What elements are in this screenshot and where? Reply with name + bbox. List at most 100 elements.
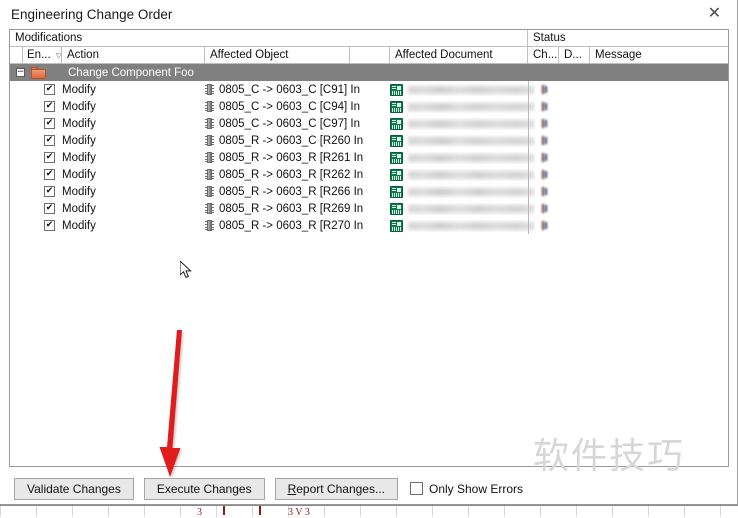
row-affected-object-label: 0805_R -> 0603_R [R261 In [219, 151, 364, 164]
redacted-document-name [408, 102, 535, 111]
column-header-affected-object[interactable]: Affected Object [205, 47, 350, 63]
column-header-indicator[interactable] [10, 47, 23, 63]
checkbox-icon[interactable]: ✔ [44, 101, 55, 112]
redacted-status-mark [542, 85, 544, 94]
row-affected-document-cell [390, 202, 535, 215]
row-affected-object-label: 0805_C -> 0603_C [C97] In [219, 117, 360, 130]
status-column-divider [528, 183, 529, 200]
redacted-document-name [408, 170, 535, 179]
grid-group-header-row: Modifications Status [10, 30, 728, 47]
group-header-status[interactable]: Status [528, 30, 728, 46]
table-row[interactable]: ✔ Modify 0805_R -> 0603_R [R269 In [10, 200, 728, 217]
row-action-cell: Modify [62, 202, 96, 215]
report-changes-label: eport Changes... [296, 481, 385, 496]
checkbox-icon[interactable]: ✔ [44, 135, 55, 146]
checkbox-icon[interactable]: ✔ [44, 203, 55, 214]
execute-changes-button[interactable]: Execute Changes [143, 477, 265, 500]
checkbox-icon[interactable]: ✔ [44, 152, 55, 163]
row-enabled-cell: ✔ [10, 152, 62, 163]
row-affected-object-label: 0805_R -> 0603_R [R266 In [219, 185, 364, 198]
row-affected-document-cell [390, 134, 535, 147]
checkbox-icon[interactable]: ✔ [44, 118, 55, 129]
report-changes-accelerator: R [287, 481, 297, 496]
table-row[interactable]: ✔ Modify 0805_R -> 0603_R [R270 In [10, 217, 728, 234]
group-header-modifications[interactable]: Modifications [10, 30, 528, 46]
only-show-errors-checkbox[interactable]: Only Show Errors [409, 482, 523, 496]
pcb-document-icon [390, 219, 403, 232]
status-column-divider [528, 98, 529, 115]
report-changes-button[interactable]: Report Changes... [274, 477, 398, 500]
column-header-done[interactable]: D... [559, 47, 590, 63]
redacted-status-mark [545, 188, 547, 195]
row-status-cell [535, 119, 728, 128]
group-row-change-component[interactable]: − Change Component Foo [10, 64, 728, 81]
row-affected-document-cell [390, 151, 535, 164]
checkbox-icon[interactable]: ✔ [44, 84, 55, 95]
row-affected-document-cell [390, 168, 535, 181]
pcb-document-icon [390, 83, 403, 96]
check-mark-icon: ✔ [45, 220, 54, 230]
check-mark-icon: ✔ [45, 186, 54, 196]
redacted-status-mark [545, 120, 547, 127]
table-row[interactable]: ✔ Modify 0805_R -> 0603_R [R266 In [10, 183, 728, 200]
table-row[interactable]: ✔ Modify 0805_R -> 0603_R [R262 In [10, 166, 728, 183]
close-icon[interactable]: ✕ [692, 0, 737, 28]
redacted-status-mark [542, 119, 544, 128]
redacted-status-mark [545, 222, 547, 229]
only-show-errors-box[interactable] [409, 482, 423, 495]
row-affected-document-cell [390, 185, 535, 198]
redacted-status-mark [545, 205, 547, 212]
row-affected-object-cell: 0805_C -> 0603_C [C91] In [205, 84, 390, 96]
row-enabled-cell: ✔ [10, 169, 62, 180]
pcb-document-icon [390, 185, 403, 198]
group-row-label: Change Component Foo [68, 66, 194, 79]
column-header-action[interactable]: Action [62, 47, 205, 63]
table-row[interactable]: ✔ Modify 0805_C -> 0603_C [C91] In [10, 81, 728, 98]
checkbox-icon[interactable]: ✔ [44, 169, 55, 180]
row-action-cell: Modify [62, 185, 96, 198]
table-row[interactable]: ✔ Modify 0805_C -> 0603_C [C97] In [10, 115, 728, 132]
redacted-status-mark [545, 137, 547, 144]
column-header-affected-document[interactable]: Affected Document [390, 47, 528, 63]
column-header-blank[interactable] [350, 47, 390, 63]
checkbox-icon[interactable]: ✔ [44, 186, 55, 197]
row-action-cell: Modify [62, 83, 96, 96]
table-row[interactable]: ✔ Modify 0805_R -> 0603_C [R260 In [10, 132, 728, 149]
row-affected-object-cell: 0805_R -> 0603_R [R266 In [205, 186, 390, 198]
component-chip-icon [205, 152, 214, 163]
column-header-enabled-label: En... [27, 49, 51, 61]
component-chip-icon [205, 203, 214, 214]
redacted-status-mark [545, 154, 547, 161]
redacted-status-mark [542, 187, 544, 196]
component-chip-icon [205, 84, 214, 95]
row-status-cell [535, 153, 728, 162]
redacted-status-mark [545, 171, 547, 178]
row-enabled-cell: ✔ [10, 220, 62, 231]
component-chip-icon [205, 186, 214, 197]
redacted-document-name [408, 204, 535, 213]
row-enabled-cell: ✔ [10, 101, 62, 112]
background-marker [223, 506, 225, 515]
collapse-icon[interactable]: − [16, 68, 25, 77]
pcb-document-icon [390, 117, 403, 130]
redacted-document-name [408, 136, 535, 145]
status-column-divider [528, 166, 529, 183]
column-header-check[interactable]: Ch... [528, 47, 559, 63]
folder-icon [31, 66, 46, 79]
column-header-enabled[interactable]: En... ▽ [23, 47, 62, 63]
row-affected-object-cell: 0805_R -> 0603_R [R262 In [205, 169, 390, 181]
check-mark-icon: ✔ [45, 203, 54, 213]
table-row[interactable]: ✔ Modify 0805_C -> 0603_C [C94] In [10, 98, 728, 115]
row-status-cell [535, 85, 728, 94]
table-row[interactable]: ✔ Modify 0805_R -> 0603_R [R261 In [10, 149, 728, 166]
watermark-text: 软件技巧 [533, 436, 686, 477]
column-header-message[interactable]: Message [590, 47, 728, 63]
redacted-status-mark [542, 221, 544, 230]
validate-changes-button[interactable]: Validate Changes [14, 477, 134, 500]
row-affected-document-cell [390, 100, 535, 113]
row-affected-object-cell: 0805_R -> 0603_R [R270 In [205, 220, 390, 232]
checkbox-icon[interactable]: ✔ [44, 220, 55, 231]
check-mark-icon: ✔ [45, 152, 54, 162]
redacted-document-name [408, 187, 535, 196]
check-mark-icon: ✔ [45, 169, 54, 179]
